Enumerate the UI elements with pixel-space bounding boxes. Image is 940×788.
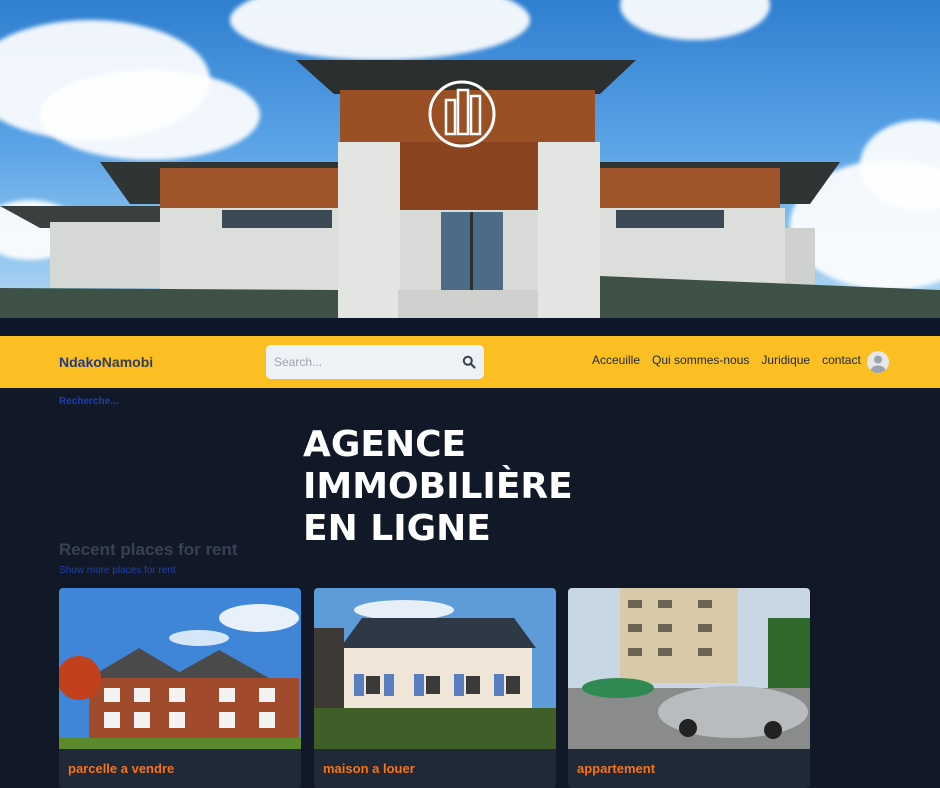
brand-part-1: Ndako [59, 354, 102, 370]
show-more-link[interactable]: Show more places for rent [59, 565, 176, 576]
search-input[interactable] [274, 353, 454, 371]
nav-links: Acceuille Qui sommes-nous Juridique cont… [592, 353, 861, 367]
card-title[interactable]: parcelle a vendre [68, 761, 174, 776]
hero-headline: AGENCE IMMOBILIÈRE EN LIGNE [303, 424, 573, 550]
listing-card[interactable]: parcelle a vendre [59, 588, 301, 788]
headline-line-3: EN LIGNE [303, 508, 491, 549]
house-illustration [0, 60, 940, 324]
listing-photo [314, 588, 556, 749]
search-box [266, 345, 484, 379]
listing-photo [59, 588, 301, 749]
brand-logo[interactable]: NdakoNamobi [59, 354, 153, 370]
hero-banner-image [0, 0, 940, 324]
navbar: NdakoNamobi Acceuille Qui sommes-nous Ju… [0, 336, 940, 388]
listing-photo [568, 588, 810, 749]
nav-link-qui-sommes-nous[interactable]: Qui sommes-nous [652, 353, 749, 367]
listing-card[interactable]: appartement [568, 588, 810, 788]
headline-line-2: IMMOBILIÈRE [303, 466, 573, 507]
headline-line-1: AGENCE [303, 424, 467, 465]
brand-part-2: Namobi [101, 354, 154, 370]
nav-link-contact[interactable]: contact [822, 353, 861, 367]
card-title[interactable]: maison a louer [323, 761, 415, 776]
nav-link-juridique[interactable]: Juridique [761, 353, 810, 367]
top-strip [0, 318, 940, 336]
search-icon[interactable] [462, 355, 476, 369]
nav-link-acceuille[interactable]: Acceuille [592, 353, 640, 367]
user-avatar-icon[interactable] [867, 351, 889, 373]
listing-card[interactable]: maison a louer [314, 588, 556, 788]
section-title: Recent places for rent [59, 540, 238, 559]
card-title[interactable]: appartement [577, 761, 655, 776]
search-hint: Recherche... [59, 396, 119, 407]
